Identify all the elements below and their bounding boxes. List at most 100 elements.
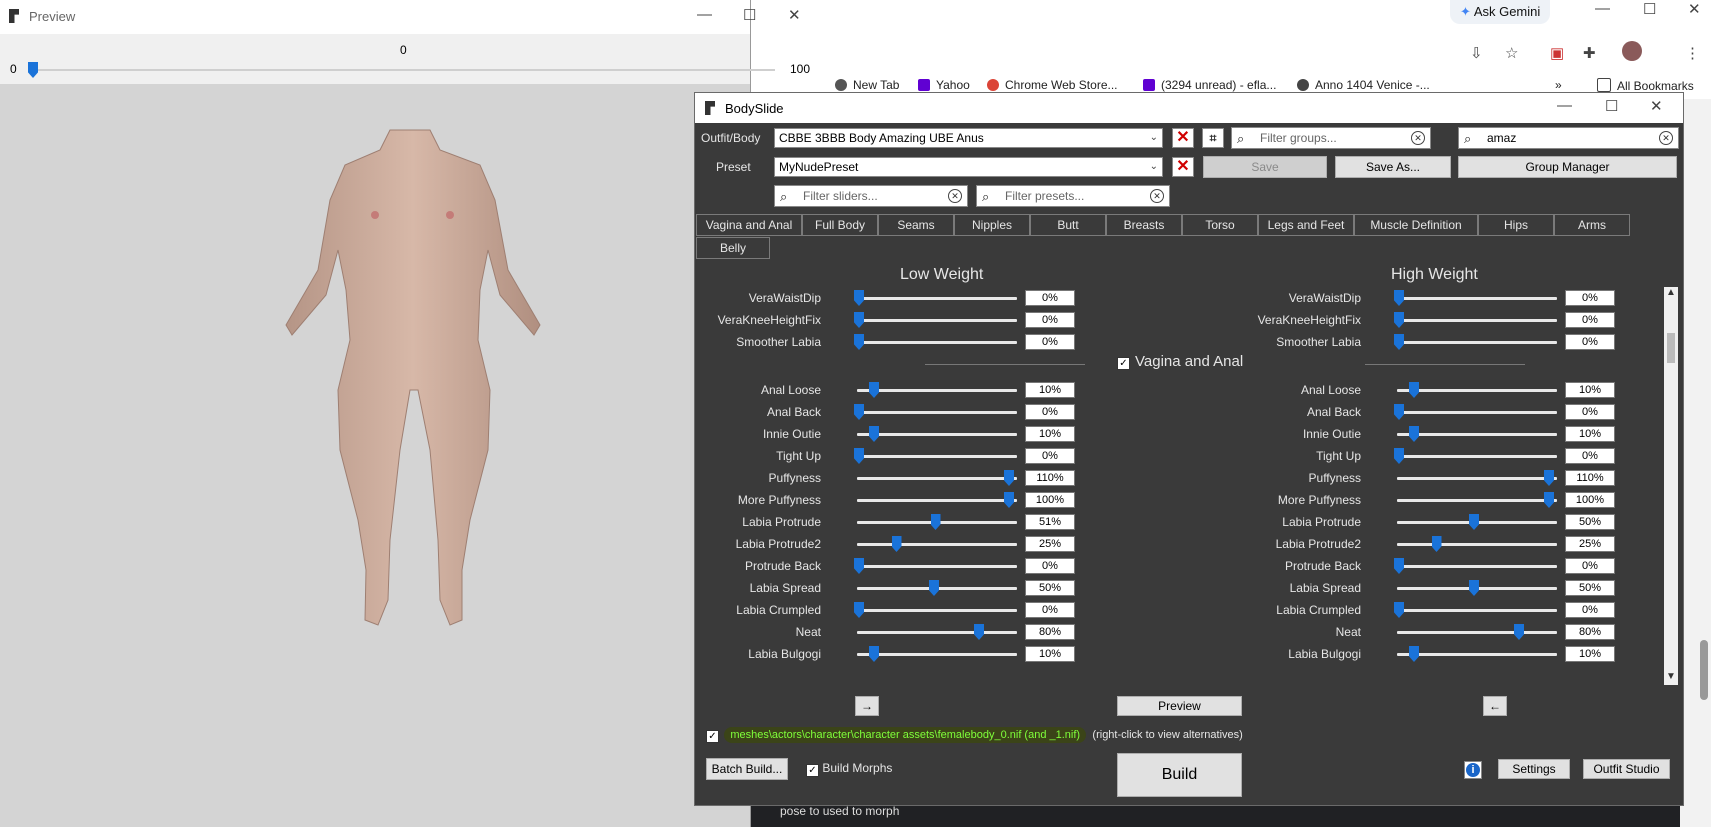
slider-value-input[interactable]: 50% <box>1565 514 1615 530</box>
body-model-render[interactable] <box>250 120 570 640</box>
slider-thumb[interactable] <box>869 382 879 398</box>
slider-track[interactable] <box>1397 297 1557 300</box>
slider-value-input[interactable]: 10% <box>1565 426 1615 442</box>
slider-thumb[interactable] <box>1394 558 1404 574</box>
build-button[interactable]: Build <box>1117 753 1242 797</box>
slider-track[interactable] <box>1397 565 1557 568</box>
slider-track[interactable] <box>857 565 1017 568</box>
slider-thumb[interactable] <box>854 404 864 420</box>
slider-value-input[interactable]: 50% <box>1565 580 1615 596</box>
clear-icon[interactable]: ✕ <box>1411 131 1425 145</box>
slider-thumb[interactable] <box>1394 602 1404 618</box>
slider-thumb[interactable] <box>854 334 864 350</box>
slider-track[interactable] <box>857 319 1017 322</box>
slider-value-input[interactable]: 0% <box>1565 448 1615 464</box>
slider-track[interactable] <box>1397 319 1557 322</box>
bookmark-item[interactable]: Yahoo <box>918 78 970 92</box>
slider-track[interactable] <box>1397 543 1557 546</box>
tab-full-body[interactable]: Full Body <box>802 214 878 236</box>
slider-value-input[interactable]: 0% <box>1025 290 1075 306</box>
slider-track[interactable] <box>857 543 1017 546</box>
delete-preset-button[interactable]: ✕ <box>1172 157 1194 177</box>
slider-value-input[interactable]: 50% <box>1025 580 1075 596</box>
slider-thumb[interactable] <box>1544 492 1554 508</box>
ask-gemini-button[interactable]: ✦ Ask Gemini <box>1450 0 1551 24</box>
preview-slider-thumb[interactable] <box>28 62 38 78</box>
slider-value-input[interactable]: 0% <box>1565 404 1615 420</box>
slider-value-input[interactable]: 10% <box>1025 382 1075 398</box>
tab-breasts[interactable]: Breasts <box>1106 214 1182 236</box>
slider-value-input[interactable]: 0% <box>1025 558 1075 574</box>
extension-red-icon[interactable]: ▣ <box>1550 44 1564 62</box>
slider-track[interactable] <box>857 631 1017 634</box>
slider-track[interactable] <box>1397 433 1557 436</box>
tab-legs-and-feet[interactable]: Legs and Feet <box>1258 214 1354 236</box>
scrollbar-thumb[interactable] <box>1667 333 1675 363</box>
minimize-icon[interactable]: — <box>1595 0 1610 17</box>
slider-track[interactable] <box>857 499 1017 502</box>
slider-thumb[interactable] <box>1409 426 1419 442</box>
bookmark-item[interactable]: Chrome Web Store... <box>987 78 1118 92</box>
slider-value-input[interactable]: 0% <box>1025 602 1075 618</box>
slider-value-input[interactable]: 51% <box>1025 514 1075 530</box>
slider-thumb[interactable] <box>1431 536 1442 552</box>
slider-value-input[interactable]: 0% <box>1565 558 1615 574</box>
slider-value-input[interactable]: 0% <box>1565 312 1615 328</box>
slider-thumb[interactable] <box>1394 334 1404 350</box>
filter-sliders-input[interactable]: ⌕ Filter sliders... ✕ <box>774 185 968 207</box>
slider-thumb[interactable] <box>869 646 879 662</box>
outfit-body-dropdown[interactable]: CBBE 3BBB Body Amazing UBE Anus ⌄ <box>774 128 1163 148</box>
slider-thumb[interactable] <box>854 448 864 464</box>
build-morphs-option[interactable]: ✓ Build Morphs <box>806 761 892 777</box>
slider-value-input[interactable]: 10% <box>1025 426 1075 442</box>
outfit-filter-toggle-icon[interactable]: ⌗ <box>1202 128 1224 148</box>
slider-value-input[interactable]: 10% <box>1565 382 1615 398</box>
scroll-up-icon[interactable]: ▲ <box>1666 287 1676 298</box>
clear-icon[interactable]: ✕ <box>948 189 962 203</box>
slider-value-input[interactable]: 110% <box>1025 470 1075 486</box>
close-icon[interactable]: ✕ <box>1688 0 1701 18</box>
slider-track[interactable] <box>857 477 1017 480</box>
tab-seams[interactable]: Seams <box>878 214 954 236</box>
batch-build-button[interactable]: Batch Build... <box>706 758 788 780</box>
slider-track[interactable] <box>1397 411 1557 414</box>
slider-value-input[interactable]: 0% <box>1565 602 1615 618</box>
slider-value-input[interactable]: 80% <box>1025 624 1075 640</box>
slider-value-input[interactable]: 0% <box>1025 404 1075 420</box>
build-morphs-checkbox[interactable]: ✓ <box>806 764 819 777</box>
output-path[interactable]: meshes\actors\character\character assets… <box>724 727 1087 743</box>
slider-value-input[interactable]: 25% <box>1565 536 1615 552</box>
clear-icon[interactable]: ✕ <box>1150 189 1164 203</box>
filter-presets-input[interactable]: ⌕ Filter presets... ✕ <box>976 185 1170 207</box>
section-checkbox[interactable]: ✓ <box>1117 357 1130 370</box>
page-scrollbar-thumb[interactable] <box>1700 640 1708 700</box>
slider-thumb[interactable] <box>1394 290 1404 306</box>
slider-thumb[interactable] <box>854 312 864 328</box>
tab-nipples[interactable]: Nipples <box>954 214 1030 236</box>
save-button[interactable]: Save <box>1203 156 1327 178</box>
slider-thumb[interactable] <box>1409 382 1419 398</box>
slider-thumb[interactable] <box>1409 646 1419 662</box>
tab-hips[interactable]: Hips <box>1478 214 1554 236</box>
filter-groups-input[interactable]: ⌕ Filter groups... ✕ <box>1231 127 1431 149</box>
slider-thumb[interactable] <box>1394 404 1404 420</box>
settings-button[interactable]: Settings <box>1498 759 1570 779</box>
info-icon[interactable]: i <box>1464 761 1482 779</box>
bookmark-item[interactable]: Anno 1404 Venice -... <box>1297 78 1430 92</box>
slider-value-input[interactable]: 0% <box>1025 312 1075 328</box>
outfit-studio-button[interactable]: Outfit Studio <box>1583 759 1670 779</box>
slider-thumb[interactable] <box>869 426 879 442</box>
save-as-button[interactable]: Save As... <box>1335 156 1451 178</box>
all-bookmarks-button[interactable]: All Bookmarks <box>1597 78 1694 93</box>
slider-value-input[interactable]: 100% <box>1565 492 1615 508</box>
slider-thumb[interactable] <box>1394 312 1404 328</box>
close-icon[interactable]: ✕ <box>1650 97 1663 115</box>
tab-muscle-definition[interactable]: Muscle Definition <box>1354 214 1478 236</box>
slider-thumb[interactable] <box>929 580 939 596</box>
slider-value-input[interactable]: 100% <box>1025 492 1075 508</box>
menu-icon[interactable]: ⋮ <box>1685 44 1700 62</box>
extensions-icon[interactable]: ✚ <box>1583 44 1596 62</box>
slider-track[interactable] <box>1397 631 1557 634</box>
install-icon[interactable]: ⇩ <box>1470 44 1483 62</box>
slider-thumb[interactable] <box>854 290 864 306</box>
